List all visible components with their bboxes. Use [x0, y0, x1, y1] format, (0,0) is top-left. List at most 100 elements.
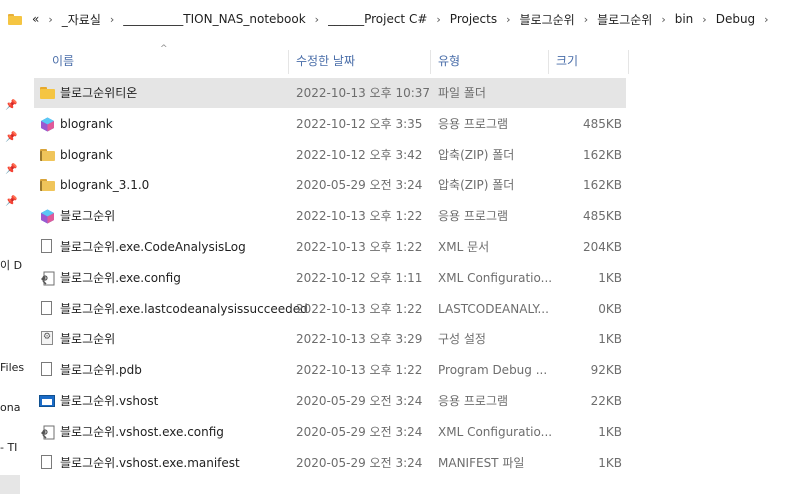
column-divider[interactable]: [430, 50, 431, 74]
chevron-right-icon[interactable]: ›: [581, 13, 591, 26]
file-size: 485KB: [582, 209, 622, 224]
column-divider[interactable]: [548, 50, 549, 74]
file-row[interactable]: 블로그순위.vshost 2020-05-29 오전 3:24 응용 프로그램 22K…: [34, 386, 626, 416]
breadcrumb-item[interactable]: ______Project C#: [322, 10, 433, 28]
file-size: 92KB: [590, 363, 622, 378]
document-icon: [41, 454, 52, 469]
chevron-right-icon[interactable]: ›: [761, 13, 771, 26]
file-modified-date: 2022-10-13 오후 1:22: [296, 363, 423, 378]
file-modified-date: 2020-05-29 오전 3:24: [296, 394, 423, 408]
file-type: Program Debug ...: [438, 363, 548, 378]
file-row[interactable]: 블로그순위 2022-10-13 오후 1:22 응용 프로그램 485KB: [34, 201, 626, 231]
zip-folder-icon: [40, 178, 55, 192]
file-row[interactable]: 블로그순위티온 2022-10-13 오후 10:37 파일 폴더: [34, 78, 626, 108]
file-modified-date: 2022-10-13 오후 1:22: [296, 240, 423, 254]
file-name: blogrank_3.1.0: [60, 178, 150, 193]
file-row[interactable]: blogrank_3.1.0 2020-05-29 오전 3:24 압축(ZIP) …: [34, 170, 626, 200]
document-icon: [41, 239, 52, 253]
breadcrumb-item[interactable]: 블로그순위: [591, 9, 658, 30]
folder-icon: [40, 86, 55, 100]
breadcrumb-item[interactable]: bin: [669, 10, 700, 28]
file-size: 0KB: [598, 301, 622, 316]
nav-item[interactable]: [0, 475, 20, 494]
file-type: 응용 프로그램: [438, 394, 509, 408]
folder-icon: [8, 13, 22, 25]
breadcrumb-item[interactable]: _자료실: [56, 9, 107, 30]
breadcrumb-item[interactable]: Projects: [444, 10, 503, 28]
file-type: XML 문서: [438, 240, 490, 254]
file-modified-date: 2022-10-13 오후 1:22: [296, 209, 423, 224]
file-modified-date: 2022-10-12 오후 1:11: [296, 270, 423, 285]
zip-folder-icon: [40, 148, 55, 162]
pin-icon[interactable]: 📌: [5, 132, 17, 143]
breadcrumb-item[interactable]: 블로그순위: [514, 9, 581, 30]
file-name: 블로그순위.vshost.exe.manifest: [60, 455, 240, 470]
file-size: 162KB: [582, 178, 622, 193]
file-type: XML Configuratio...: [438, 270, 553, 285]
file-name: 블로그순위티온: [60, 86, 138, 100]
file-size: 485KB: [582, 116, 622, 131]
chevron-right-icon[interactable]: ›: [45, 13, 55, 26]
nav-item-label[interactable]: 이 D: [0, 257, 22, 273]
settings-file-icon: [41, 331, 53, 346]
file-row[interactable]: 블로그순위 2022-10-13 오후 3:29 구성 설정 1KB: [34, 324, 626, 354]
file-type: 구성 설정: [438, 332, 486, 347]
file-type: XML Configuratio...: [438, 424, 553, 439]
chevron-right-icon[interactable]: ›: [503, 13, 513, 26]
file-name: 블로그순위.vshost: [60, 394, 159, 408]
file-name: 블로그순위: [60, 332, 116, 347]
file-modified-date: 2020-05-29 오전 3:24: [296, 424, 423, 439]
nav-item-label[interactable]: ona: [0, 401, 20, 414]
file-name: blogrank: [60, 147, 113, 162]
nav-item-label[interactable]: - TI: [0, 441, 17, 454]
file-name: 블로그순위.pdb: [60, 363, 142, 378]
file-row[interactable]: blogrank 2022-10-12 오후 3:42 압축(ZIP) 폴더 162K…: [34, 140, 626, 170]
file-name: 블로그순위.exe.config: [60, 270, 181, 285]
file-modified-date: 2022-10-13 오후 1:22: [296, 301, 423, 316]
column-divider[interactable]: [628, 50, 629, 74]
column-header-size[interactable]: 크기: [556, 46, 578, 76]
chevron-right-icon[interactable]: ›: [699, 13, 709, 26]
file-size: 22KB: [590, 394, 622, 408]
pin-icon[interactable]: 📌: [5, 100, 17, 111]
file-row[interactable]: 블로그순위.vshost.exe.manifest 2020-05-29 오전 3…: [34, 448, 626, 478]
file-modified-date: 2022-10-12 오후 3:35: [296, 116, 423, 131]
column-divider[interactable]: [288, 50, 289, 74]
document-icon: [41, 300, 52, 315]
file-row[interactable]: 블로그순위.exe.lastcodeanalysissucceeded 2022-…: [34, 294, 626, 324]
nav-item-label[interactable]: Files: [0, 361, 24, 374]
file-type: 압축(ZIP) 폴더: [438, 147, 515, 162]
column-header-type[interactable]: 유형: [438, 46, 460, 76]
file-modified-date: 2022-10-12 오후 3:42: [296, 147, 423, 162]
file-size: 1KB: [598, 424, 622, 439]
window-app-icon: [39, 395, 55, 407]
file-size: 204KB: [582, 240, 622, 254]
chevron-right-icon[interactable]: ›: [107, 13, 117, 26]
document-icon: [41, 362, 52, 377]
file-row[interactable]: 블로그순위.pdb 2022-10-13 오후 1:22 Program Debug…: [34, 355, 626, 385]
config-file-icon: [40, 425, 55, 440]
chevron-right-icon[interactable]: ›: [658, 13, 668, 26]
app-icon: [40, 209, 55, 224]
pin-icon[interactable]: 📌: [5, 164, 17, 175]
file-name: 블로그순위: [60, 209, 116, 224]
file-size: 1KB: [598, 455, 622, 470]
file-type: 응용 프로그램: [438, 209, 509, 224]
file-name: 블로그순위.exe.CodeAnalysisLog: [60, 240, 246, 254]
file-row[interactable]: 블로그순위.exe.config 2022-10-12 오후 1:11 XML Co…: [34, 263, 626, 293]
breadcrumb-overflow[interactable]: «: [26, 10, 45, 28]
column-header-date[interactable]: 수정한 날짜: [296, 46, 355, 76]
file-row[interactable]: 블로그순위.vshost.exe.config 2020-05-29 오전 3:2…: [34, 417, 626, 447]
app-icon: [40, 117, 55, 132]
breadcrumb-item[interactable]: __________TION_NAS_notebook: [117, 10, 311, 28]
chevron-right-icon[interactable]: ›: [312, 13, 322, 26]
pin-icon[interactable]: 📌: [5, 196, 17, 207]
file-row[interactable]: blogrank 2022-10-12 오후 3:35 응용 프로그램 485KB: [34, 109, 626, 139]
column-header-name[interactable]: 이름: [52, 46, 74, 76]
file-size: 1KB: [598, 270, 622, 285]
breadcrumb-item[interactable]: Debug: [710, 10, 761, 28]
file-modified-date: 2022-10-13 오후 10:37: [296, 86, 431, 100]
file-type: MANIFEST 파일: [438, 455, 525, 470]
file-row[interactable]: 블로그순위.exe.CodeAnalysisLog 2022-10-13 오후 1…: [34, 232, 626, 262]
chevron-right-icon[interactable]: ›: [433, 13, 443, 26]
